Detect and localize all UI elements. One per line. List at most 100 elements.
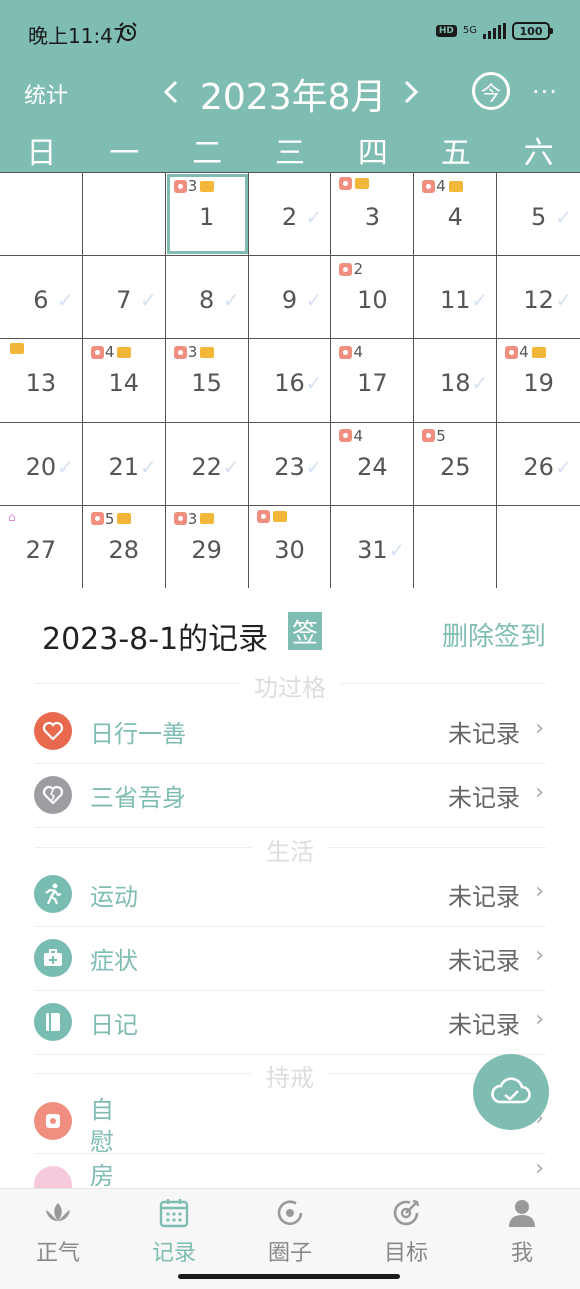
calendar-day-cell[interactable]: 8 ✓: [166, 256, 249, 339]
tissue-roll-icon: [339, 429, 353, 443]
hd-badge: HD: [435, 25, 457, 37]
day-number: 28: [108, 535, 140, 564]
record-row-room[interactable]: 房 ›: [34, 1154, 546, 1188]
day-markers: [8, 343, 24, 355]
calendar-grid: 3 1 2 ✓ 3 4 4 5 ✓ 6 ✓ 7 ✓ 8 ✓ 9 ✓ 2 10 11 ✓ 12 ✓ 13 4 14 3 15 16 ✓ 4 17…: [0, 172, 580, 589]
calendar-day-cell[interactable]: 7 ✓: [83, 256, 166, 339]
group-label: 生活: [252, 838, 328, 866]
today-button[interactable]: 今: [472, 72, 510, 110]
calendar-day-cell[interactable]: 2 ✓: [249, 173, 332, 256]
calendar-day-cell[interactable]: 4 19: [497, 339, 580, 421]
calendar-day-cell[interactable]: 31: [166, 173, 249, 256]
check-icon: ✓: [305, 454, 323, 479]
today-label: 今: [481, 80, 501, 105]
day-number: 17: [357, 369, 388, 398]
calendar-day-cell[interactable]: 44: [414, 173, 498, 256]
cloud-sync-button[interactable]: [473, 1054, 549, 1130]
calendar-day-cell[interactable]: 2 10: [331, 256, 415, 339]
tab-zhengqi[interactable]: 正气: [0, 1189, 116, 1289]
tissue-roll-icon: [422, 179, 436, 193]
calendar-day-cell[interactable]: 5 25: [414, 422, 498, 505]
marker-count: 4: [104, 343, 115, 362]
status-bar: 晚上11:47 HD 5G 100: [0, 0, 580, 62]
notebook-icon: [34, 1003, 72, 1041]
status-indicators: HD 5G 100: [435, 22, 553, 40]
record-row-diary[interactable]: 日记 未记录 ›: [34, 991, 546, 1055]
weekday-row: 日 一 二 三 四 五 六: [0, 128, 580, 172]
day-markers: 4: [422, 177, 463, 195]
record-row-symptoms[interactable]: 症状 未记录 ›: [34, 927, 546, 991]
record-title: 2023-8-1的记录: [42, 622, 269, 657]
more-icon[interactable]: ···: [532, 78, 558, 106]
day-number: 15: [191, 369, 222, 398]
day-number: 30: [274, 535, 305, 564]
calendar-day-cell[interactable]: 21 ✓: [83, 422, 166, 505]
record-row-good-deed[interactable]: 日行一善 未记录 ›: [34, 700, 546, 764]
calendar-day-cell[interactable]: 16 ✓: [249, 339, 332, 422]
calendar-day-cell[interactable]: 30: [249, 505, 332, 588]
calendar-day-cell[interactable]: 4 14: [83, 339, 166, 422]
calendar-day-cell[interactable]: 3: [331, 173, 415, 256]
chevron-right-icon: ›: [535, 1156, 544, 1181]
calendar-day-cell[interactable]: 5 28: [83, 505, 166, 588]
calendar-day-cell[interactable]: 6 ✓: [0, 256, 83, 339]
tissue-roll-icon: [339, 262, 353, 276]
check-icon: ✓: [139, 454, 157, 479]
calendar-day-cell[interactable]: 4 17: [331, 339, 415, 422]
flag-marker-icon: [200, 346, 215, 358]
calendar-day-cell[interactable]: 22 ✓: [166, 422, 249, 505]
weekday-thu: 四: [357, 136, 388, 171]
weekday-tue: 二: [192, 136, 223, 171]
tissue-roll-icon: [90, 512, 104, 526]
check-icon: ✓: [555, 288, 573, 313]
calendar-week-row: 6 ✓ 7 ✓ 8 ✓ 9 ✓ 2 10 11 ✓ 12 ✓: [0, 256, 580, 340]
record-row-reflection[interactable]: 三省吾身 未记录 ›: [34, 764, 546, 828]
calendar-day-cell[interactable]: 5 ✓: [497, 173, 580, 255]
tab-me[interactable]: 我: [464, 1189, 580, 1289]
row-label: 房: [90, 1162, 114, 1188]
home-indicator[interactable]: [178, 1274, 400, 1279]
tissue-roll-icon: [339, 177, 353, 190]
chevron-right-icon[interactable]: [396, 70, 424, 114]
chevron-right-icon: ›: [535, 716, 544, 741]
calendar-day-cell[interactable]: 20 ✓: [0, 422, 83, 505]
marker-count: 4: [353, 426, 363, 445]
day-markers: 5: [422, 427, 446, 445]
row-status: 未记录: [448, 1011, 520, 1039]
calendar-day-cell[interactable]: 4 24: [331, 422, 415, 505]
record-row-self[interactable]: 自 慰 ›: [34, 1090, 546, 1156]
calendar-day-cell[interactable]: 3 29: [166, 505, 249, 588]
calendar-day-cell[interactable]: 18 ✓: [414, 339, 498, 422]
calendar-day-cell[interactable]: 31 ✓: [331, 505, 415, 588]
tissue-roll-icon: [173, 345, 187, 359]
check-icon: ✓: [388, 537, 406, 562]
calendar-day-cell[interactable]: 9 ✓: [249, 256, 332, 339]
calendar-day-cell[interactable]: 26 ✓: [497, 423, 580, 505]
calendar-week-row: ⌂ 27 5 28 3 29 30 31 ✓: [0, 505, 580, 589]
day-number: 4: [447, 203, 463, 231]
delete-sign-button[interactable]: 删除签到: [442, 616, 546, 653]
row-label: 三省吾身: [90, 784, 186, 812]
flag-marker-icon: [117, 346, 132, 358]
calendar-day-cell[interactable]: 11 ✓: [414, 256, 498, 339]
group-header-precepts: 持戒: [34, 1058, 546, 1092]
day-markers: 3: [173, 343, 215, 361]
calendar-day-cell[interactable]: ⌂ 27: [0, 505, 83, 588]
calendar-day-cell[interactable]: 13: [0, 339, 83, 422]
day-markers: 4: [90, 343, 132, 362]
marker-count: 4: [436, 177, 446, 195]
tissue-roll-icon: [90, 345, 104, 359]
calendar-day-cell[interactable]: 12 ✓: [497, 256, 580, 338]
day-number: 25: [439, 452, 471, 481]
chevron-left-icon[interactable]: [158, 70, 186, 114]
flag-marker-icon: [272, 510, 287, 522]
chevron-right-icon: ›: [535, 943, 544, 968]
record-row-exercise[interactable]: 运动 未记录 ›: [34, 863, 546, 927]
calendar-day-cell[interactable]: 3 15: [166, 339, 249, 422]
house-icon: [34, 1166, 72, 1188]
check-icon: ✓: [222, 454, 240, 479]
day-markers: 3: [173, 510, 215, 528]
calendar-day-cell[interactable]: 23 ✓: [249, 422, 332, 505]
stats-button[interactable]: 统计: [24, 78, 68, 104]
calendar-empty-cell: [0, 173, 83, 256]
